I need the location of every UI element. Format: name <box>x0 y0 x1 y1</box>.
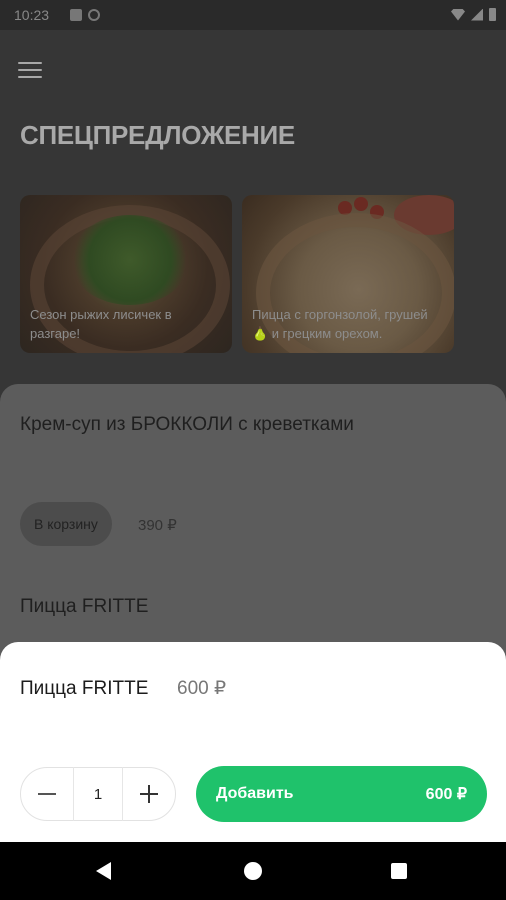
dialog-item-name: Пицца FRITTE <box>20 678 149 699</box>
dish-title[interactable]: Пицца FRITTE <box>20 596 148 618</box>
promo-card[interactable]: Пицца с горгонзолой, грушей 🍐 и грецким … <box>242 195 454 353</box>
battery-icon <box>489 8 496 21</box>
minus-icon <box>38 793 56 795</box>
wifi-icon <box>451 8 465 21</box>
quantity-stepper: 1 <box>20 767 176 821</box>
signal-icon <box>471 8 483 21</box>
add-button-label: Добавить <box>216 785 294 802</box>
page-title: СПЕЦПРЕДЛОЖЕНИЕ <box>20 120 295 150</box>
navigation-bar <box>0 842 506 900</box>
add-item-dialog: Пицца FRITTE 600 ₽ 1 Добавить 600 ₽ <box>0 642 506 842</box>
back-icon[interactable] <box>96 862 111 880</box>
add-button[interactable]: Добавить 600 ₽ <box>196 766 487 822</box>
notification-icons <box>70 9 100 21</box>
menu-icon-line <box>18 62 42 64</box>
notification-sync-icon <box>88 9 100 21</box>
menu-icon[interactable] <box>18 60 42 80</box>
screen: 10:23 СПЕЦПРЕДЛОЖЕНИЕ Сезон рыжих лисиче… <box>0 0 506 900</box>
quantity-value: 1 <box>93 785 103 803</box>
decrement-button[interactable] <box>21 767 73 821</box>
add-button-price: 600 ₽ <box>425 786 467 803</box>
promo-caption: Сезон рыжих лисичек в разгаре! <box>30 307 172 341</box>
promo-caption: Пицца с горгонзолой, грушей 🍐 и грецким … <box>252 307 428 341</box>
recents-icon[interactable] <box>391 863 407 879</box>
notification-app-icon <box>70 9 82 21</box>
menu-icon-line <box>18 76 42 78</box>
home-icon[interactable] <box>244 862 262 880</box>
add-to-cart-button[interactable]: В корзину <box>20 502 112 546</box>
status-time: 10:23 <box>14 7 50 23</box>
dish-price: 390 ₽ <box>138 517 177 534</box>
dish-title[interactable]: Крем-суп из БРОККОЛИ с креветками <box>20 414 354 436</box>
promo-card[interactable]: Сезон рыжих лисичек в разгаре! <box>20 195 232 353</box>
increment-button[interactable] <box>123 767 175 821</box>
status-bar: 10:23 <box>0 0 506 30</box>
pizza-greens-image <box>70 215 190 305</box>
plus-icon <box>140 785 158 803</box>
status-icons <box>451 8 496 21</box>
dialog-item-price: 600 ₽ <box>177 678 227 699</box>
menu-icon-line <box>18 69 42 71</box>
tomato-image <box>354 197 368 211</box>
